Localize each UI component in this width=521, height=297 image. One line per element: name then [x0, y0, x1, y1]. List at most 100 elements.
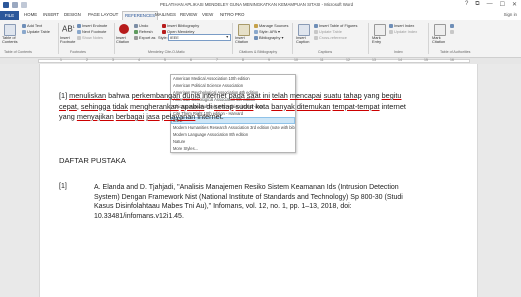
spellcheck-word: mencapai: [289, 91, 322, 100]
ruler-number: 3: [112, 58, 114, 62]
ruler-number: 1: [60, 58, 62, 62]
citation-style-option[interactable]: Modern Language Association 8th edition: [171, 131, 295, 138]
tab-nitro-pro[interactable]: NITRO PRO: [220, 12, 244, 17]
reference-entry[interactable]: A. Elanda and D. Tjahjadi, "Analisis Man…: [94, 183, 424, 221]
spellcheck-word: sudut: [235, 101, 254, 111]
tab-insert[interactable]: INSERT: [43, 12, 59, 17]
maximize-button[interactable]: ☐: [500, 1, 505, 8]
ruler-number: 12: [346, 58, 350, 62]
mendeley-export-button[interactable]: Export as: [134, 35, 155, 40]
group-divider: [58, 23, 59, 54]
close-button[interactable]: ✕: [512, 1, 517, 8]
mark-citation-button[interactable]: Mark Citation: [432, 35, 448, 45]
chevron-down-icon: ▼: [225, 35, 229, 39]
group-divider: [114, 23, 115, 54]
add-text-button[interactable]: Add Text: [22, 23, 42, 28]
mendeley-insert-citation-icon: [119, 24, 129, 34]
bibliography-heading: DAFTAR PUSTAKA: [59, 156, 126, 165]
tab-view[interactable]: VIEW: [202, 12, 213, 17]
spellcheck-word: menyajikan: [76, 112, 114, 121]
spellcheck-word: tidak: [112, 101, 128, 111]
ruler-number: 10: [294, 58, 298, 62]
cross-reference-button[interactable]: Cross-reference: [314, 35, 347, 40]
insert-caption-button[interactable]: Insert Caption: [296, 35, 312, 45]
spellcheck-word: banyak: [271, 101, 295, 111]
insert-citation-button[interactable]: Insert Citation: [235, 35, 251, 45]
update-index-button[interactable]: Update Index: [389, 29, 417, 34]
spellcheck-word: telah: [272, 91, 288, 100]
spellcheck-word: dunia: [182, 91, 201, 100]
ruler-number: 14: [398, 58, 402, 62]
citation-style-option[interactable]: American Political Science Association: [171, 82, 295, 89]
spellcheck-word: apabila: [180, 101, 205, 111]
show-notes-button[interactable]: Show Notes: [77, 35, 103, 40]
group-label-index: Index: [394, 50, 403, 54]
insert-endnote-button[interactable]: Insert Endnote: [77, 23, 107, 28]
spellcheck-word: mengherankan: [130, 101, 179, 111]
group-divider: [368, 23, 369, 54]
minimize-button[interactable]: —: [487, 1, 493, 8]
manage-sources-button[interactable]: Manage Sources: [254, 23, 288, 28]
text-run: internet.: [195, 112, 224, 121]
bibliography-button[interactable]: Bibliography ▾: [254, 35, 283, 40]
next-footnote-button[interactable]: Next Footnote: [77, 29, 106, 34]
citation-style-option[interactable]: Nature: [171, 138, 295, 145]
group-divider: [232, 23, 233, 54]
reference-number: [1]: [59, 183, 67, 190]
tab-home[interactable]: HOME: [24, 12, 37, 17]
spellcheck-word: begitu: [381, 91, 402, 100]
spellcheck-word: menuliskan: [69, 91, 107, 100]
group-divider: [428, 23, 429, 54]
sign-in-link[interactable]: Sign in: [504, 12, 517, 17]
mendeley-undo-button[interactable]: Undo: [134, 23, 148, 28]
table-of-contents-button[interactable]: Table of Contents: [2, 35, 20, 45]
ruler-number: 5: [164, 58, 166, 62]
ruler-number: 4: [138, 58, 140, 62]
tab-file[interactable]: FILE: [0, 11, 19, 20]
tab-mailings[interactable]: MAILINGS: [155, 12, 176, 17]
text-run: bahwa: [106, 91, 132, 100]
mendeley-refresh-button[interactable]: Refresh: [134, 29, 153, 34]
insert-footnote-icon: AB1: [62, 24, 75, 34]
spellcheck-word: sehingga: [80, 101, 111, 111]
insert-index-button[interactable]: Insert Index: [389, 23, 414, 28]
group-label-captions: Captions: [318, 50, 333, 54]
insert-table-of-figures-button[interactable]: Insert Table of Figures: [314, 23, 357, 28]
title-bar: PELATIHAN APLIKASI MENDELEY GUNA MENINGK…: [0, 0, 521, 11]
citation-style-option[interactable]: American Medical Association 10th editio…: [171, 75, 295, 82]
undo-icon[interactable]: [12, 2, 18, 8]
text-run: kota: [253, 101, 272, 111]
help-button[interactable]: ?: [465, 1, 468, 8]
insert-footnote-button[interactable]: Insert Footnote: [60, 35, 76, 45]
mendeley-insert-bibliography-button[interactable]: Insert Bibliography: [162, 23, 199, 28]
citation-style-dropdown[interactable]: Style: APA ▾: [254, 29, 280, 34]
text-run: [1]: [59, 91, 70, 100]
open-mendeley-button[interactable]: Open Mendeley: [162, 29, 194, 34]
group-label-mendeley: Mendeley Cite-O-Matic: [148, 50, 185, 54]
tab-page-layout[interactable]: PAGE LAYOUT: [88, 12, 118, 17]
ruler-bar: [38, 59, 470, 63]
tab-review[interactable]: REVIEW: [180, 12, 197, 17]
ribbon-display-button[interactable]: ⧉: [475, 1, 479, 8]
insert-toa-button[interactable]: [450, 23, 455, 28]
spellcheck-word: pelayanan: [161, 112, 196, 121]
mendeley-style-dropdown[interactable]: IEEE ▼: [168, 34, 231, 41]
redo-icon[interactable]: [21, 2, 27, 8]
citation-style-option[interactable]: Modern Humanities Research Association 3…: [171, 124, 295, 131]
spellcheck-word: tahap: [343, 91, 362, 100]
more-styles-option[interactable]: More Styles...: [171, 145, 295, 152]
text-run: di: [204, 101, 215, 111]
captions-update-table-button[interactable]: Update Table: [314, 29, 342, 34]
body-paragraph[interactable]: [1] menuliskan bahwa perkembangan dunia …: [59, 91, 419, 123]
quick-access-toolbar: [3, 2, 27, 8]
update-table-button[interactable]: Update Table: [22, 29, 50, 34]
save-icon[interactable]: [3, 2, 9, 8]
tab-design[interactable]: DESIGN: [64, 12, 81, 17]
mendeley-insert-citation-button[interactable]: Insert Citation: [116, 35, 132, 45]
ruler-number: 9: [268, 58, 270, 62]
ruler-number: 16: [450, 58, 454, 62]
tab-references[interactable]: REFERENCES: [122, 11, 159, 20]
ruler-number: 2: [86, 58, 88, 62]
mark-entry-button[interactable]: Mark Entry: [372, 35, 386, 45]
toa-update-table-button[interactable]: [450, 29, 455, 34]
